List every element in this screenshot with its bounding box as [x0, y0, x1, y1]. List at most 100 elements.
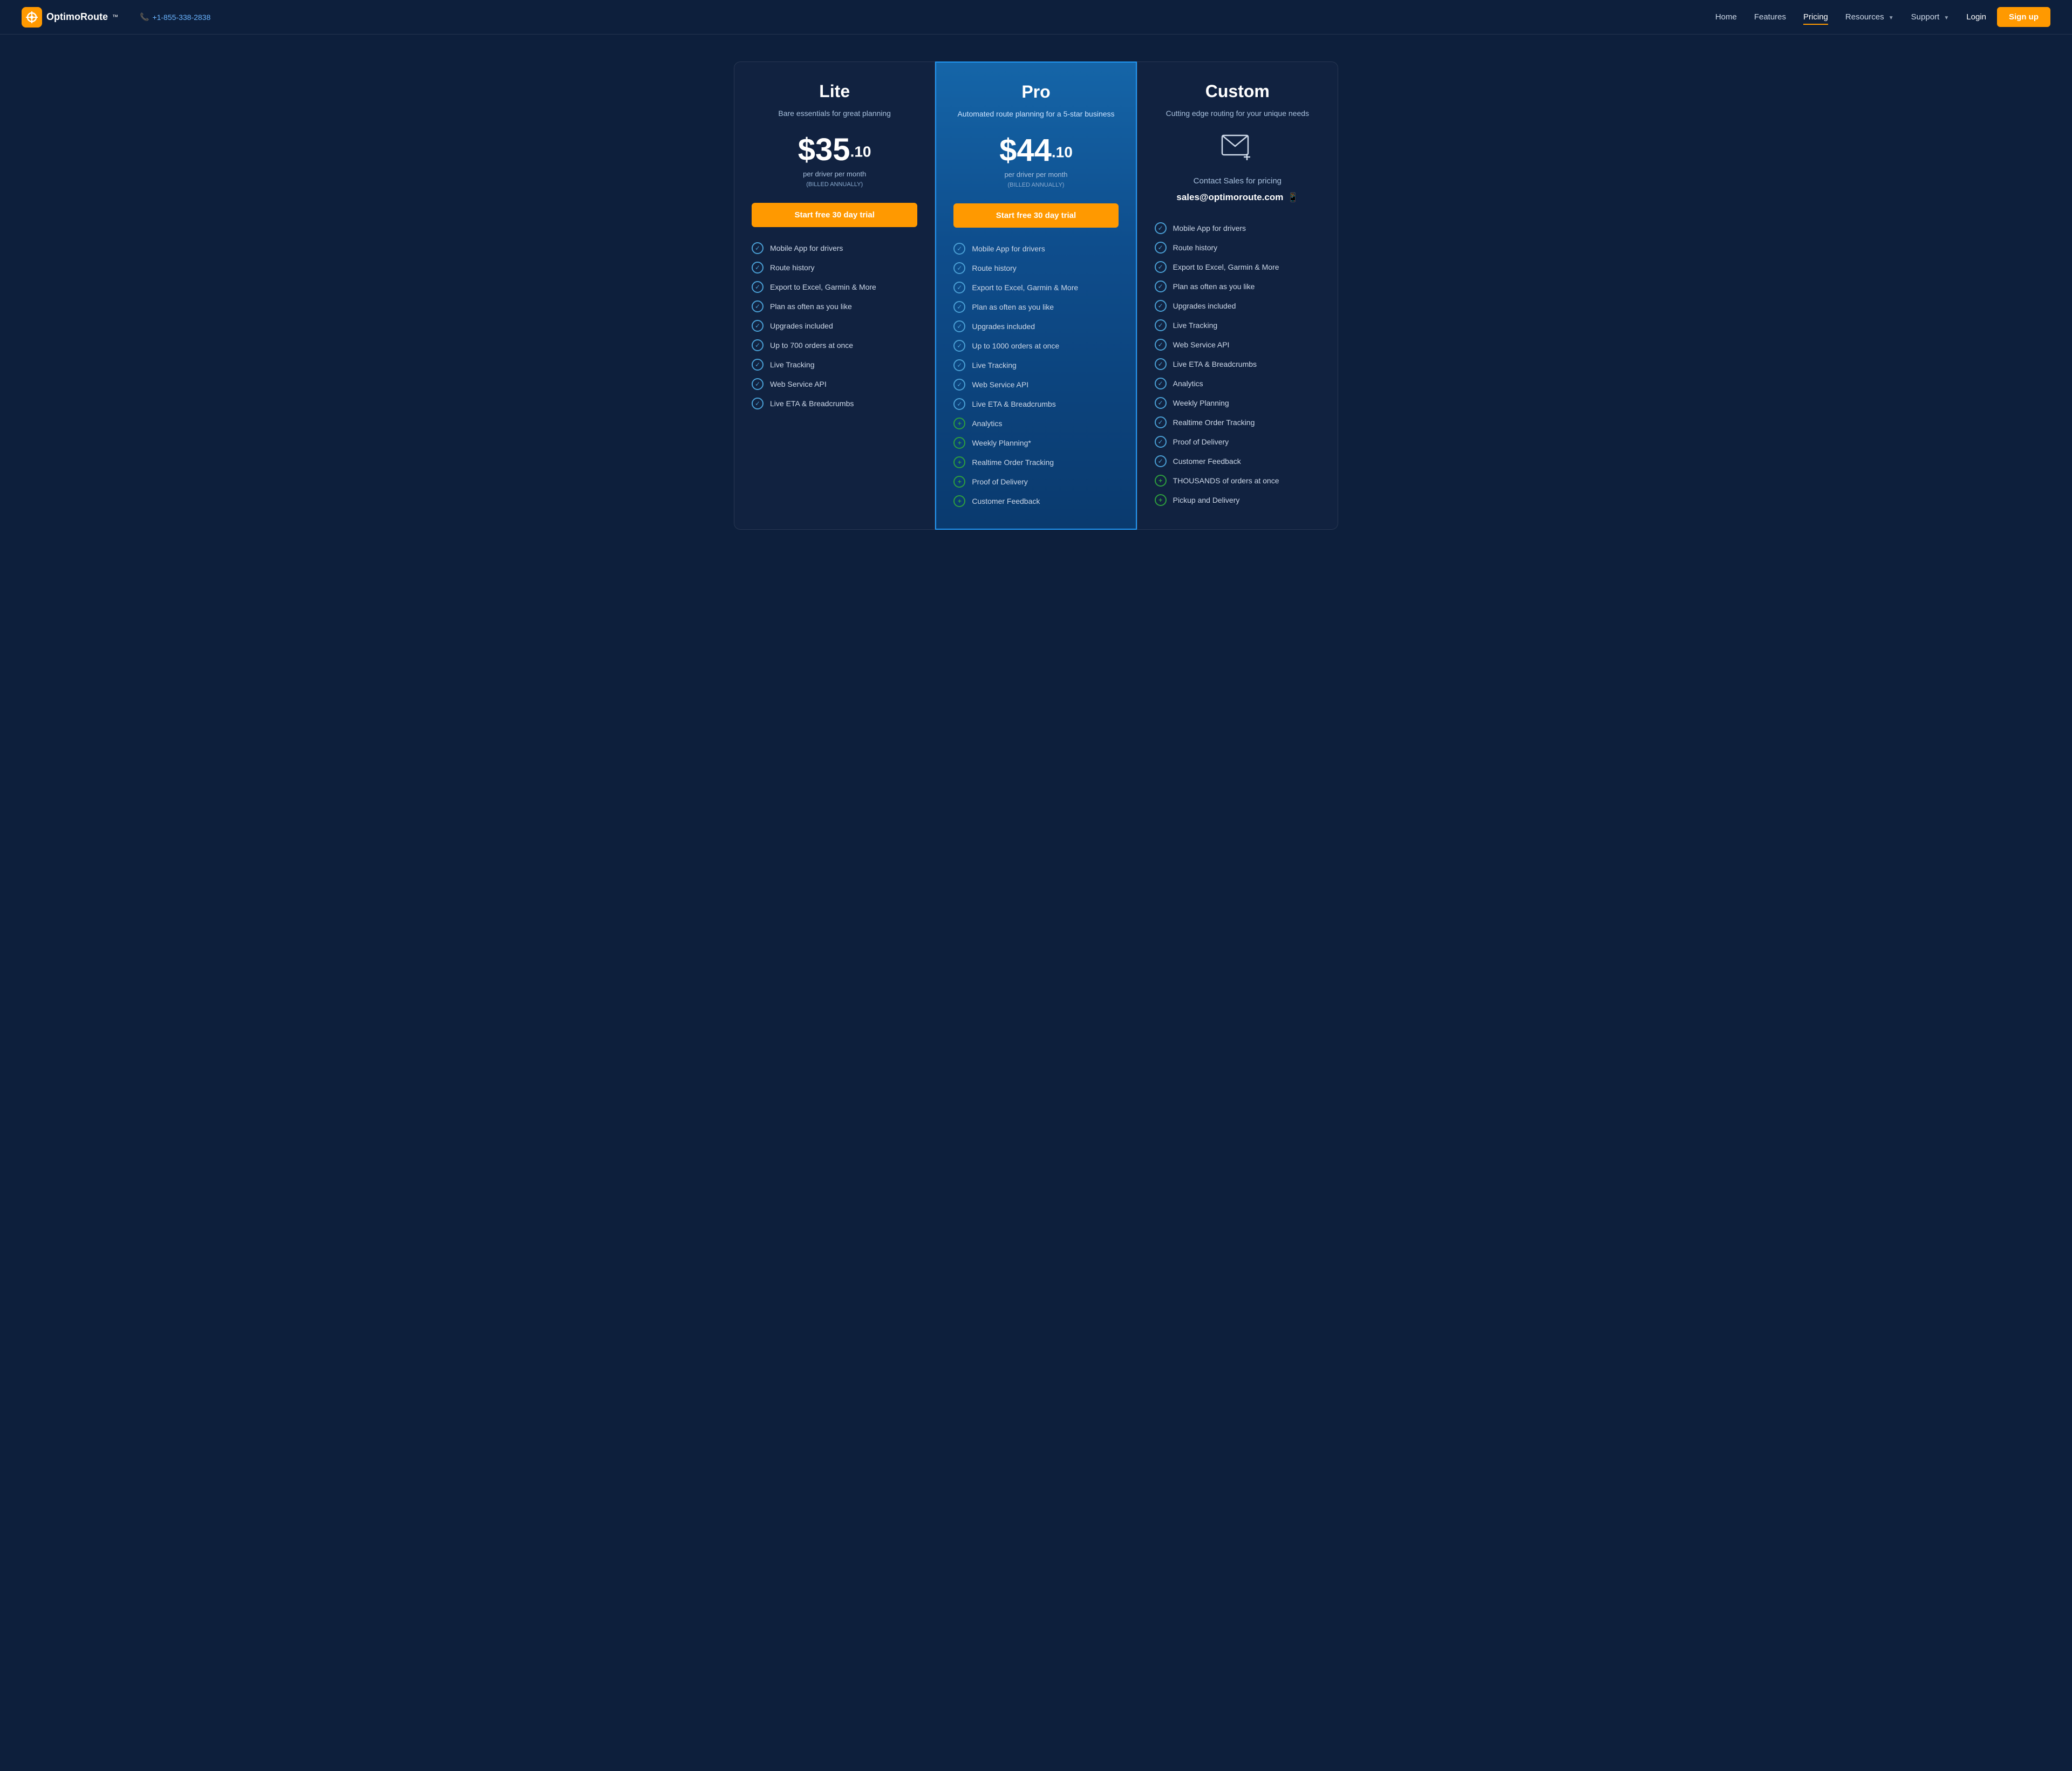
- feature-label: Up to 1000 orders at once: [972, 341, 1059, 350]
- check-icon: [1155, 378, 1167, 389]
- list-item: Live Tracking: [752, 359, 917, 371]
- nav-links: Home Features Pricing Resources ▼ Suppor…: [1715, 12, 1949, 22]
- plus-icon: [953, 476, 965, 488]
- list-item: Live ETA & Breadcrumbs: [752, 398, 917, 409]
- check-icon: [1155, 416, 1167, 428]
- feature-label: Customer Feedback: [972, 497, 1040, 505]
- check-icon: [1155, 222, 1167, 234]
- plan-pro-price-cents: .10: [1052, 144, 1073, 161]
- logo-text: OptimoRoute: [46, 11, 108, 23]
- feature-label: Analytics: [1173, 379, 1203, 388]
- nav-item-home[interactable]: Home: [1715, 12, 1737, 22]
- list-item: Live Tracking: [953, 359, 1118, 371]
- feature-label: Live ETA & Breadcrumbs: [770, 399, 854, 408]
- check-icon: [1155, 339, 1167, 351]
- check-icon: [953, 359, 965, 371]
- plus-icon: [953, 456, 965, 468]
- plan-lite-price: $35.10: [752, 134, 917, 166]
- feature-label: Up to 700 orders at once: [770, 341, 853, 350]
- feature-label: Export to Excel, Garmin & More: [972, 283, 1078, 292]
- phone-contact[interactable]: 📞 +1-855-338-2838: [140, 12, 210, 22]
- list-item: Upgrades included: [953, 320, 1118, 332]
- nav-link-features[interactable]: Features: [1754, 12, 1786, 22]
- plan-lite-price-billed: (BILLED ANNUALLY): [752, 181, 917, 188]
- feature-label: Route history: [770, 263, 814, 272]
- list-item: Live ETA & Breadcrumbs: [953, 398, 1118, 410]
- plus-icon: [953, 418, 965, 429]
- feature-label: Live ETA & Breadcrumbs: [972, 400, 1055, 408]
- check-icon: [953, 243, 965, 255]
- check-icon: [953, 379, 965, 391]
- feature-label: Web Service API: [1173, 340, 1230, 349]
- list-item: Upgrades included: [1155, 300, 1320, 312]
- feature-label: Upgrades included: [972, 322, 1035, 331]
- list-item: Web Service API: [1155, 339, 1320, 351]
- feature-label: Live ETA & Breadcrumbs: [1173, 360, 1257, 368]
- login-button[interactable]: Login: [1966, 12, 1986, 22]
- list-item: THOUSANDS of orders at once: [1155, 475, 1320, 487]
- plus-icon: [953, 495, 965, 507]
- feature-label: Upgrades included: [770, 322, 833, 330]
- nav-item-features[interactable]: Features: [1754, 12, 1786, 22]
- feature-label: Realtime Order Tracking: [972, 458, 1054, 467]
- check-icon: [1155, 319, 1167, 331]
- check-icon: [752, 262, 764, 273]
- check-icon: [1155, 242, 1167, 254]
- signup-button[interactable]: Sign up: [1997, 7, 2050, 27]
- logo-icon: [22, 7, 42, 28]
- nav-item-support[interactable]: Support ▼: [1911, 12, 1950, 22]
- check-icon: [752, 281, 764, 293]
- check-icon: [752, 359, 764, 371]
- navbar: OptimoRoute™ 📞 +1-855-338-2838 Home Feat…: [0, 0, 2072, 35]
- plus-icon: [1155, 475, 1167, 487]
- plan-pro-price-billed: (BILLED ANNUALLY): [953, 182, 1118, 188]
- plan-pro-features: Mobile App for drivers Route history Exp…: [953, 243, 1118, 507]
- check-icon: [1155, 436, 1167, 448]
- phone-number: +1-855-338-2838: [152, 13, 210, 22]
- nav-link-pricing[interactable]: Pricing: [1803, 12, 1828, 25]
- list-item: Realtime Order Tracking: [953, 456, 1118, 468]
- list-item: Web Service API: [752, 378, 917, 390]
- navbar-actions: Login Sign up: [1966, 7, 2050, 27]
- feature-label: Plan as often as you like: [972, 303, 1054, 311]
- check-icon: [953, 262, 965, 274]
- feature-label: Mobile App for drivers: [770, 244, 843, 252]
- plus-icon: [1155, 494, 1167, 506]
- nav-item-pricing[interactable]: Pricing: [1803, 12, 1828, 22]
- feature-label: Proof of Delivery: [972, 477, 1027, 486]
- nav-link-support[interactable]: Support ▼: [1911, 12, 1950, 22]
- plan-pro-cta-button[interactable]: Start free 30 day trial: [953, 203, 1118, 228]
- plan-lite-price-main: $35: [798, 132, 850, 167]
- list-item: Mobile App for drivers: [1155, 222, 1320, 234]
- logo[interactable]: OptimoRoute™: [22, 7, 118, 28]
- plan-pro: Pro Automated route planning for a 5-sta…: [935, 61, 1136, 530]
- check-icon: [953, 301, 965, 313]
- check-icon: [953, 340, 965, 352]
- pricing-section: Lite Bare essentials for great planning …: [712, 35, 1360, 562]
- check-icon: [1155, 358, 1167, 370]
- plan-pro-price-main: $44: [999, 133, 1052, 168]
- nav-link-resources[interactable]: Resources ▼: [1845, 12, 1894, 22]
- mail-icon: [1155, 134, 1320, 168]
- list-item: Plan as often as you like: [752, 300, 917, 312]
- feature-label: Mobile App for drivers: [1173, 224, 1246, 233]
- mobile-icon: 📱: [1287, 192, 1298, 203]
- list-item: Export to Excel, Garmin & More: [752, 281, 917, 293]
- list-item: Live Tracking: [1155, 319, 1320, 331]
- plan-pro-price: $44.10: [953, 135, 1118, 166]
- list-item: Export to Excel, Garmin & More: [953, 282, 1118, 293]
- list-item: Pickup and Delivery: [1155, 494, 1320, 506]
- list-item: Route history: [752, 262, 917, 273]
- feature-label: Live Tracking: [972, 361, 1016, 370]
- plan-lite-cta-button[interactable]: Start free 30 day trial: [752, 203, 917, 227]
- list-item: Weekly Planning: [1155, 397, 1320, 409]
- check-icon: [953, 282, 965, 293]
- plan-lite-price-period: per driver per month: [752, 170, 917, 178]
- nav-item-resources[interactable]: Resources ▼: [1845, 12, 1894, 22]
- list-item: Proof of Delivery: [953, 476, 1118, 488]
- check-icon: [1155, 261, 1167, 273]
- list-item: Mobile App for drivers: [953, 243, 1118, 255]
- nav-link-home[interactable]: Home: [1715, 12, 1737, 22]
- list-item: Export to Excel, Garmin & More: [1155, 261, 1320, 273]
- plan-lite-name: Lite: [752, 81, 917, 101]
